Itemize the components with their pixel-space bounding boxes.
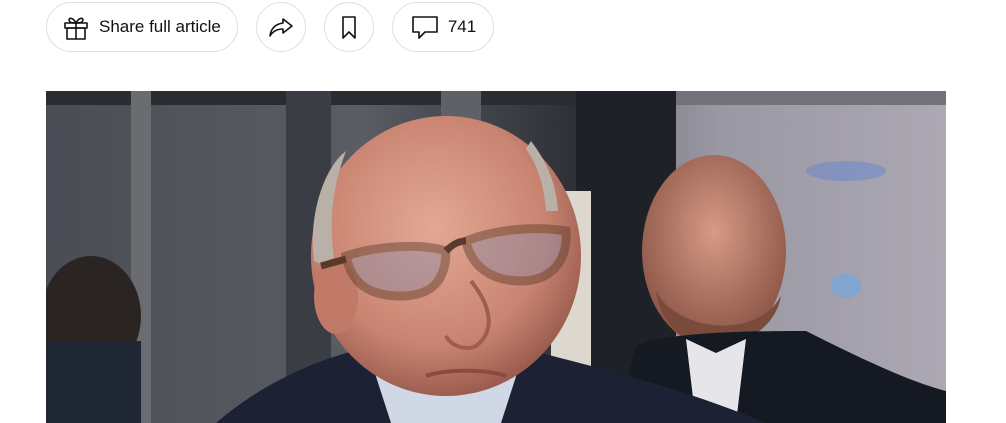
- forward-arrow-icon: [267, 13, 295, 41]
- comment-count: 741: [447, 17, 477, 36]
- article-image: [46, 91, 946, 423]
- share-button-label: Share full article: [99, 17, 221, 36]
- forward-share-button[interactable]: [256, 2, 306, 52]
- bookmark-button[interactable]: [324, 2, 374, 52]
- bookmark-icon: [335, 13, 363, 41]
- share-full-article-button[interactable]: Share full article: [46, 2, 238, 52]
- comments-button[interactable]: 741: [392, 2, 494, 52]
- photo-of-man-with-glasses: [46, 91, 946, 423]
- article-toolbar: Share full article 741: [46, 2, 494, 52]
- gift-icon: [61, 12, 91, 42]
- comment-bubble-icon: [410, 12, 440, 42]
